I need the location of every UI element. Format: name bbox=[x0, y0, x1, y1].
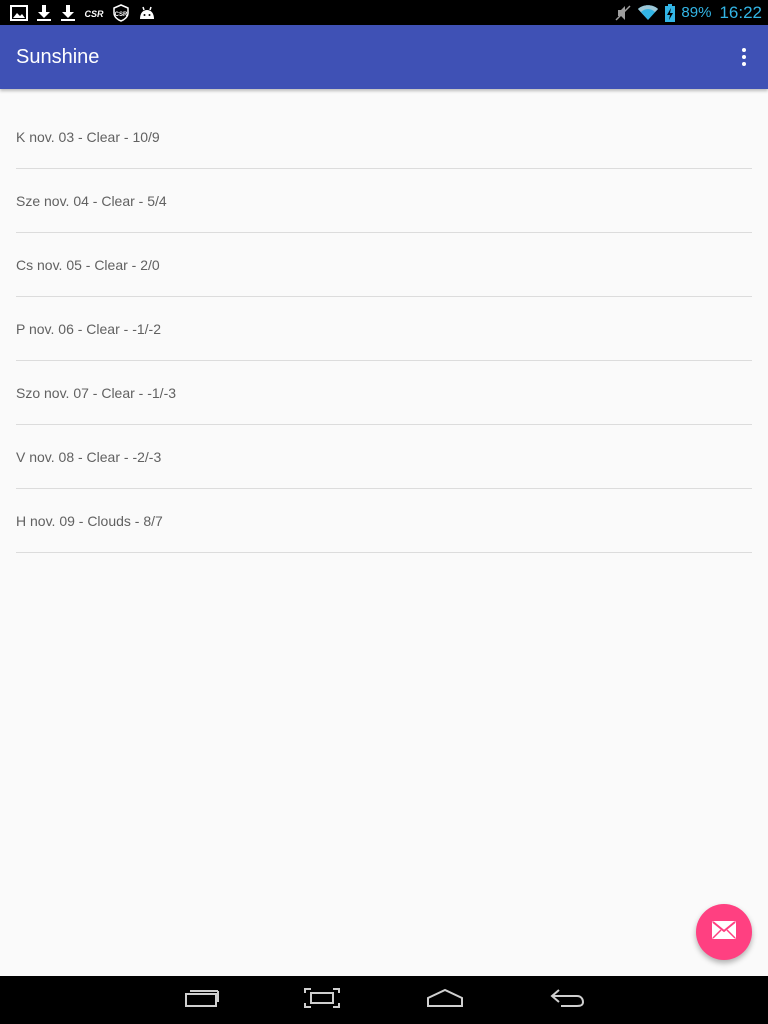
clock: 16:22 bbox=[719, 2, 762, 22]
download-icon bbox=[60, 4, 76, 22]
svg-text:CSR: CSR bbox=[115, 12, 128, 18]
app-title: Sunshine bbox=[16, 46, 100, 68]
email-icon bbox=[711, 920, 737, 945]
recent-apps-icon bbox=[184, 988, 220, 1013]
android-icon bbox=[138, 5, 156, 21]
forecast-item-label: Szo nov. 07 - Clear - -1/-3 bbox=[16, 384, 177, 401]
recent-apps-button[interactable] bbox=[178, 984, 226, 1016]
csr-icon: CSR bbox=[84, 6, 104, 20]
download-icon bbox=[36, 4, 52, 22]
forecast-list: K nov. 03 - Clear - 10/9 Sze nov. 04 - C… bbox=[16, 105, 752, 553]
csr-shield-icon: CSR bbox=[112, 4, 130, 22]
email-fab-button[interactable] bbox=[696, 904, 752, 960]
gallery-icon bbox=[10, 5, 28, 21]
forecast-list-item[interactable]: Cs nov. 05 - Clear - 2/0 bbox=[16, 233, 752, 297]
forecast-list-item[interactable]: H nov. 09 - Clouds - 8/7 bbox=[16, 489, 752, 553]
home-button[interactable] bbox=[421, 984, 469, 1016]
system-status: 89% 16:22 bbox=[615, 0, 762, 25]
battery-charging-icon bbox=[665, 3, 676, 22]
screenshot-icon bbox=[303, 987, 341, 1014]
muted-icon bbox=[615, 4, 631, 22]
forecast-item-label: Cs nov. 05 - Clear - 2/0 bbox=[16, 256, 160, 273]
wifi-icon bbox=[637, 4, 659, 21]
forecast-list-item[interactable]: Sze nov. 04 - Clear - 5/4 bbox=[16, 169, 752, 233]
home-icon bbox=[426, 988, 464, 1013]
screenshot-button[interactable] bbox=[298, 984, 346, 1016]
notification-icons: CSR CSR bbox=[10, 3, 156, 23]
forecast-item-label: V nov. 08 - Clear - -2/-3 bbox=[16, 448, 162, 465]
back-button[interactable] bbox=[543, 984, 591, 1016]
forecast-item-label: P nov. 06 - Clear - -1/-2 bbox=[16, 320, 161, 337]
screen: CSR CSR 89% 16:22 Sunshine K nov. 03 - C… bbox=[0, 0, 768, 1024]
forecast-item-label: K nov. 03 - Clear - 10/9 bbox=[16, 128, 160, 145]
forecast-list-item[interactable]: P nov. 06 - Clear - -1/-2 bbox=[16, 297, 752, 361]
app-bar: Sunshine bbox=[0, 25, 768, 89]
forecast-list-item[interactable]: V nov. 08 - Clear - -2/-3 bbox=[16, 425, 752, 489]
navigation-bar bbox=[0, 976, 768, 1024]
svg-text:CSR: CSR bbox=[84, 9, 104, 19]
forecast-list-item[interactable]: Szo nov. 07 - Clear - -1/-3 bbox=[16, 361, 752, 425]
forecast-list-item[interactable]: K nov. 03 - Clear - 10/9 bbox=[16, 105, 752, 169]
overflow-menu-icon[interactable] bbox=[734, 45, 754, 69]
forecast-item-label: H nov. 09 - Clouds - 8/7 bbox=[16, 512, 163, 529]
back-icon bbox=[549, 988, 585, 1013]
forecast-item-label: Sze nov. 04 - Clear - 5/4 bbox=[16, 192, 167, 209]
battery-percent: 89% bbox=[681, 4, 712, 21]
status-bar: CSR CSR 89% 16:22 bbox=[0, 0, 768, 25]
